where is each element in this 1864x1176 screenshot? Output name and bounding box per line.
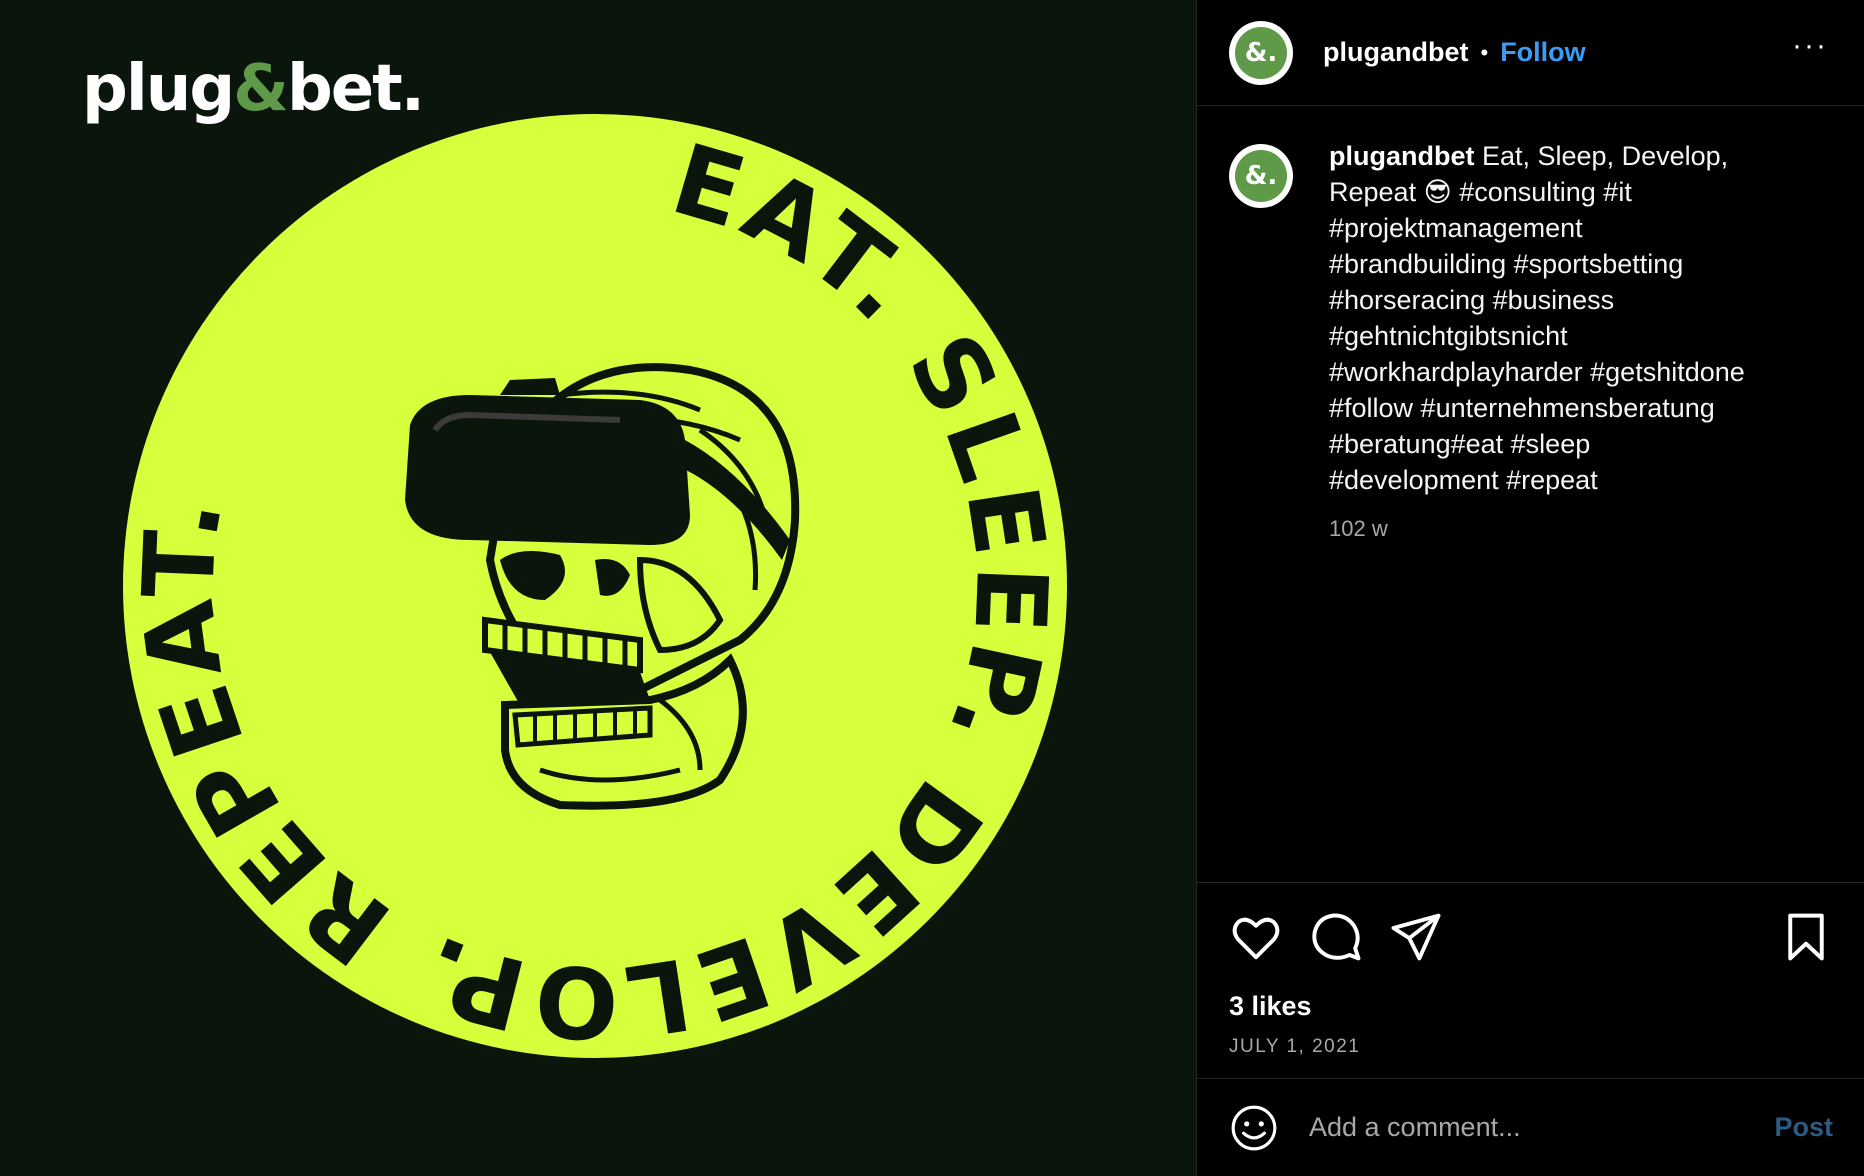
badge-graphic: EAT. SLEEP. DEVELOP. REPEAT. (122, 114, 1067, 1060)
caption-text: plugandbet Eat, Sleep, Develop, Repeat 😎… (1329, 138, 1799, 498)
caption-username[interactable]: plugandbet (1329, 141, 1474, 171)
comment-bar: Post (1197, 1078, 1864, 1176)
follow-button[interactable]: Follow (1500, 37, 1585, 68)
caption-avatar[interactable]: &. (1229, 144, 1293, 208)
paper-plane-icon[interactable] (1389, 910, 1443, 964)
more-options-icon[interactable]: ··· (1792, 31, 1828, 61)
caption-body: plugandbet Eat, Sleep, Develop, Repeat 😎… (1329, 138, 1799, 882)
caption-content: Eat, Sleep, Develop, Repeat 😎 #consultin… (1329, 141, 1745, 495)
header-username[interactable]: plugandbet (1323, 37, 1468, 68)
post-image[interactable]: plug&bet. EAT. SLEEP. DEVELOP. REPEAT. (0, 0, 1196, 1176)
caption-timestamp[interactable]: 102 w (1329, 516, 1799, 542)
bookmark-icon[interactable] (1779, 910, 1833, 964)
post-header: &. plugandbet • Follow ··· (1197, 0, 1864, 106)
caption-avatar-logo: &. (1235, 150, 1287, 202)
avatar-logo: &. (1235, 26, 1287, 79)
likes-count[interactable]: 3 likes (1229, 991, 1833, 1022)
avatar[interactable]: &. (1229, 20, 1293, 85)
comment-input[interactable] (1309, 1112, 1775, 1143)
comment-icon[interactable] (1309, 910, 1363, 964)
post-date[interactable]: JULY 1, 2021 (1229, 1036, 1833, 1058)
header-separator: • (1480, 39, 1489, 65)
instagram-post: plug&bet. EAT. SLEEP. DEVELOP. REPEAT. &… (0, 0, 1864, 1176)
action-icons (1229, 909, 1833, 965)
actions-section: 3 likes JULY 1, 2021 (1197, 882, 1864, 1078)
post-comment-button[interactable]: Post (1774, 1112, 1833, 1143)
caption-section: &. plugandbet Eat, Sleep, Develop, Repea… (1197, 106, 1864, 882)
smiley-icon[interactable] (1229, 1103, 1279, 1153)
heart-icon[interactable] (1229, 910, 1283, 964)
post-side-panel: &. plugandbet • Follow ··· &. plugandbet… (1196, 0, 1864, 1176)
